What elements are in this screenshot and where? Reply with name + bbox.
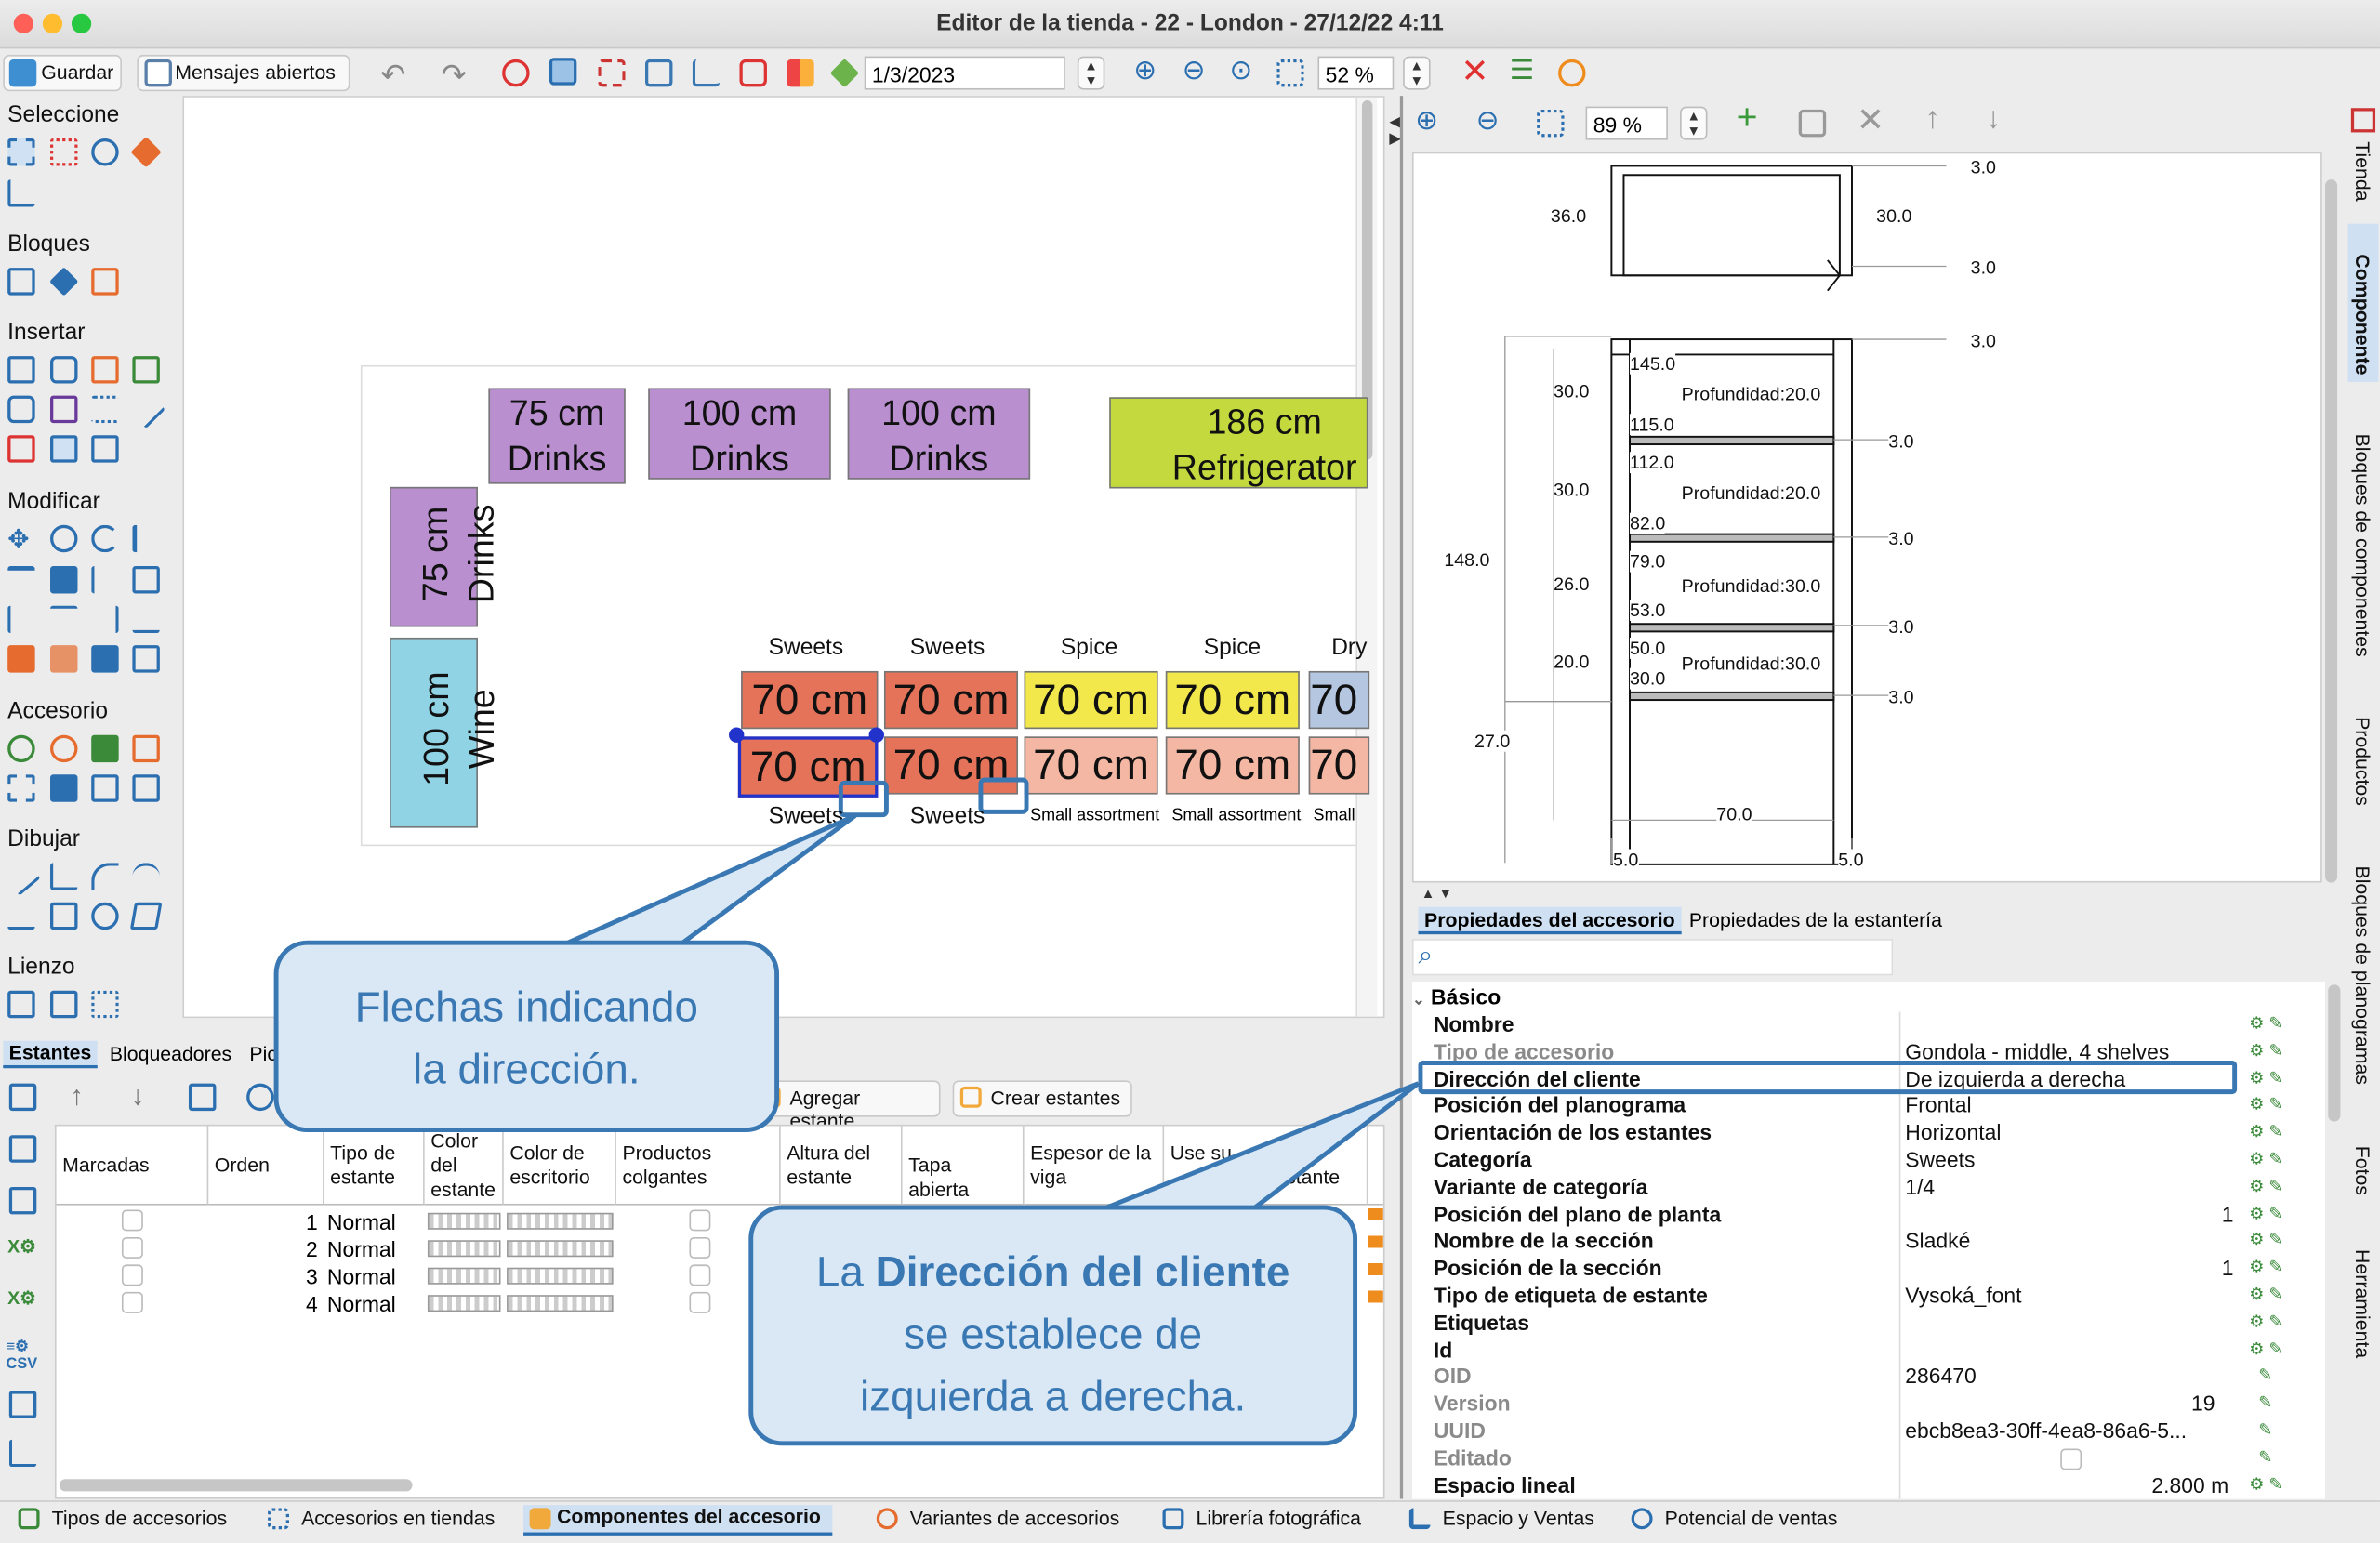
bottom-tab-fixture-variants[interactable]: Variantes de accesorios xyxy=(876,1507,1119,1530)
photo-library-icon xyxy=(1162,1508,1184,1530)
bottom-tab-fixture-types[interactable]: Tipos de accesorios xyxy=(18,1507,227,1530)
bottom-tab-sales-potential[interactable]: Potencial de ventas xyxy=(1631,1507,1837,1530)
bottom-tab-fixtures-in-stores[interactable]: Accesorios en tiendas xyxy=(268,1507,495,1530)
bottom-tab-space-sales[interactable]: Espacio y Ventas xyxy=(1408,1507,1594,1530)
space-sales-icon xyxy=(1408,1508,1431,1530)
fixture-variants-icon xyxy=(876,1508,898,1530)
bottom-tabs: Tipos de accesorios Accesorios en tienda… xyxy=(0,1500,2380,1537)
fixture-types-icon xyxy=(18,1508,40,1530)
callout-direction: La Dirección del cliente se establece de… xyxy=(748,1205,1358,1446)
bottom-tab-fixture-components[interactable]: Componentes del accesorio xyxy=(523,1505,833,1536)
bottom-tab-photo-library[interactable]: Librería fotográfica xyxy=(1162,1507,1361,1530)
callout-arrows: Flechas indicando la dirección. xyxy=(273,940,780,1133)
sales-potential-icon xyxy=(1631,1508,1653,1530)
fixture-components-icon xyxy=(529,1508,551,1530)
fixtures-in-stores-icon xyxy=(268,1508,289,1530)
